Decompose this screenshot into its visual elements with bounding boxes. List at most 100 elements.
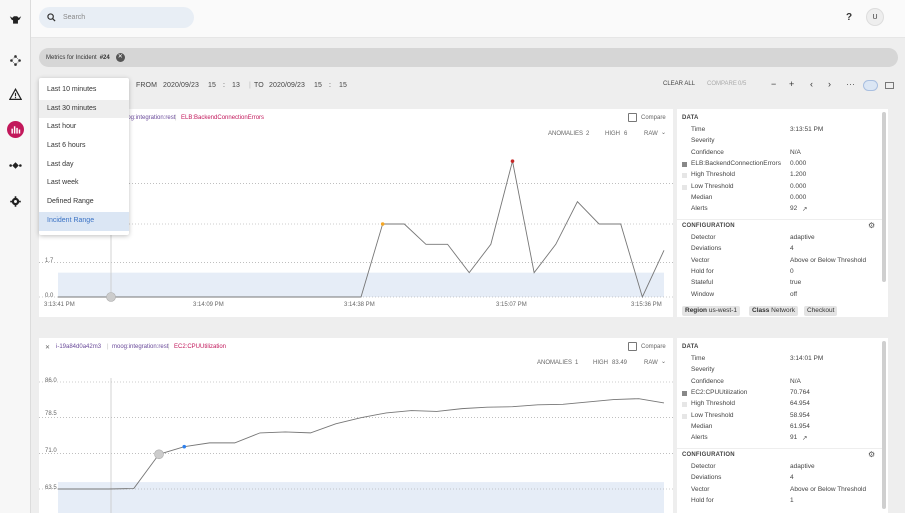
user-avatar[interactable]: U (866, 8, 884, 26)
zoom-out-icon[interactable]: − (771, 79, 776, 89)
from-date-input[interactable]: 2020/09/23 (163, 82, 199, 89)
panel2-chart[interactable] (39, 338, 673, 513)
panel1-chart[interactable] (39, 109, 673, 317)
detail-value: 4 (790, 474, 794, 482)
panel1-config-title: CONFIGURATION (682, 223, 735, 229)
metric-chart-panel-1: moog:integration:rest | ELB:BackendConne… (39, 109, 673, 317)
dropdown-option[interactable]: Defined Range (39, 193, 129, 212)
panel2-config-title: CONFIGURATION (682, 452, 735, 458)
detail-row: Median 0.000 (682, 194, 877, 205)
tag-region[interactable]: Region us-west-1 (682, 306, 741, 316)
incident-chip-bar: Metrics for Incident #24 ✕ (39, 48, 898, 67)
metrics-icon[interactable] (7, 121, 24, 138)
clear-all-button[interactable]: CLEAR ALL (663, 81, 695, 87)
detail-key: Time (691, 355, 706, 362)
panel1-y-label: 1.7 (45, 258, 54, 264)
detail-row: High Threshold 1.200 (682, 171, 877, 182)
from-minute-input[interactable]: 13 (232, 82, 240, 89)
detail-value: 61.954 (790, 422, 810, 430)
legend-swatch (682, 390, 687, 396)
detail-key: Median (691, 422, 713, 430)
dropdown-option[interactable]: Last 10 minutes (39, 81, 129, 100)
dropdown-option[interactable]: Last day (39, 156, 129, 175)
detail-key: Hold for (691, 267, 714, 275)
legend-swatch (682, 173, 687, 179)
config-gear-icon[interactable]: ⚙ (868, 221, 875, 230)
panel1-x-label: 3:14:38 PM (344, 302, 375, 308)
to-minute-input[interactable]: 15 (339, 82, 347, 89)
hover-point (106, 292, 116, 302)
single-column-view-icon[interactable] (863, 80, 878, 91)
chevron-right-icon[interactable]: › (828, 79, 831, 89)
from-label: FROM (136, 82, 158, 89)
cow-logo-icon[interactable] (7, 11, 24, 28)
detail-row: Severity (682, 137, 877, 148)
panel1-scrollbar[interactable] (882, 112, 886, 282)
panel2-scrollbar[interactable] (882, 341, 886, 509)
dropdown-option[interactable]: Incident Range (39, 211, 129, 231)
detail-row: Confidence N/A (682, 149, 877, 160)
tag-class[interactable]: Class Network (749, 306, 799, 316)
detail-value: 0.000 (790, 182, 807, 190)
zoom-in-icon[interactable]: + (789, 79, 794, 89)
split-view-icon[interactable] (885, 82, 894, 89)
search-input[interactable]: Search (39, 7, 194, 28)
detail-key: Window (691, 290, 715, 298)
detail-row: Alerts 91 ↗ (682, 434, 877, 445)
detail-value: 4 (790, 245, 794, 253)
detail-value: N/A (790, 377, 801, 385)
to-hour-input[interactable]: 15 (314, 82, 322, 89)
chip-close-icon[interactable]: ✕ (115, 53, 125, 62)
panel1-x-label: 3:14:09 PM (193, 302, 224, 308)
integrations-icon[interactable] (7, 157, 24, 174)
detail-value: true (790, 279, 802, 287)
chevron-left-icon[interactable]: ‹ (810, 79, 813, 89)
dropdown-option[interactable]: Last 30 minutes (39, 99, 129, 119)
detail-key: EC2:CPUUtilization (691, 388, 748, 396)
topology-icon[interactable] (7, 52, 24, 69)
config-gear-icon[interactable]: ⚙ (868, 450, 875, 459)
dropdown-option[interactable]: Last 6 hours (39, 137, 129, 156)
compare-button[interactable]: COMPARE (707, 81, 737, 87)
more-icon[interactable]: ⋯ (846, 79, 855, 90)
detail-key: Detector (691, 463, 716, 470)
incident-chip-label: Metrics for Incident (46, 54, 97, 61)
dropdown-option[interactable]: Last week (39, 174, 129, 193)
threshold-band (58, 482, 664, 513)
detail-row: Low Threshold 58.954 (682, 412, 877, 423)
detail-value: adaptive (790, 234, 815, 241)
detail-row: Time 3:14:01 PM (682, 355, 877, 366)
panel1-details: DATA Time 3:13:51 PM Severity Confidence N/A… (677, 109, 888, 317)
external-link-icon[interactable]: ↗ (802, 434, 807, 442)
detail-row: Hold for 1 (682, 497, 877, 508)
hover-point (154, 449, 164, 460)
panel2-y-label: 63.5 (45, 485, 57, 491)
tag-checkout[interactable]: Checkout (804, 306, 838, 316)
to-label: TO (254, 82, 264, 89)
compare-count: 0/5 (738, 81, 747, 87)
panel1-x-label: 3:15:36 PM (631, 302, 662, 308)
detail-value: 92 (790, 205, 798, 213)
detail-value: 3:14:01 PM (790, 355, 824, 362)
settings-gear-icon[interactable] (7, 193, 24, 210)
detail-key: Vector (691, 256, 710, 264)
detail-key: Low Threshold (691, 182, 734, 190)
detail-value: 91 (790, 434, 798, 442)
detail-key: Confidence (691, 148, 724, 156)
to-date-input[interactable]: 2020/09/23 (269, 82, 305, 89)
detail-value: 0.000 (790, 159, 807, 167)
metric-chart-panel-2: ✕ i-19a84d0a42m3 | moog:integration:rest… (39, 338, 673, 513)
panel2-details: DATA Time 3:14:01 PM Severity Confidence N/A… (677, 338, 888, 513)
legend-swatch (682, 184, 687, 190)
detail-key: Confidence (691, 377, 724, 385)
help-button[interactable]: ? (846, 12, 852, 23)
detail-key: Severity (691, 137, 715, 145)
detail-row: Detector adaptive (682, 234, 877, 245)
from-hour-input[interactable]: 15 (208, 82, 216, 89)
dropdown-option[interactable]: Last hour (39, 118, 129, 137)
detail-key: Severity (691, 366, 715, 374)
external-link-icon[interactable]: ↗ (802, 205, 807, 213)
alert-triangle-icon[interactable] (7, 86, 24, 103)
detail-row: Median 61.954 (682, 423, 877, 434)
detail-key: Stateful (691, 279, 714, 287)
